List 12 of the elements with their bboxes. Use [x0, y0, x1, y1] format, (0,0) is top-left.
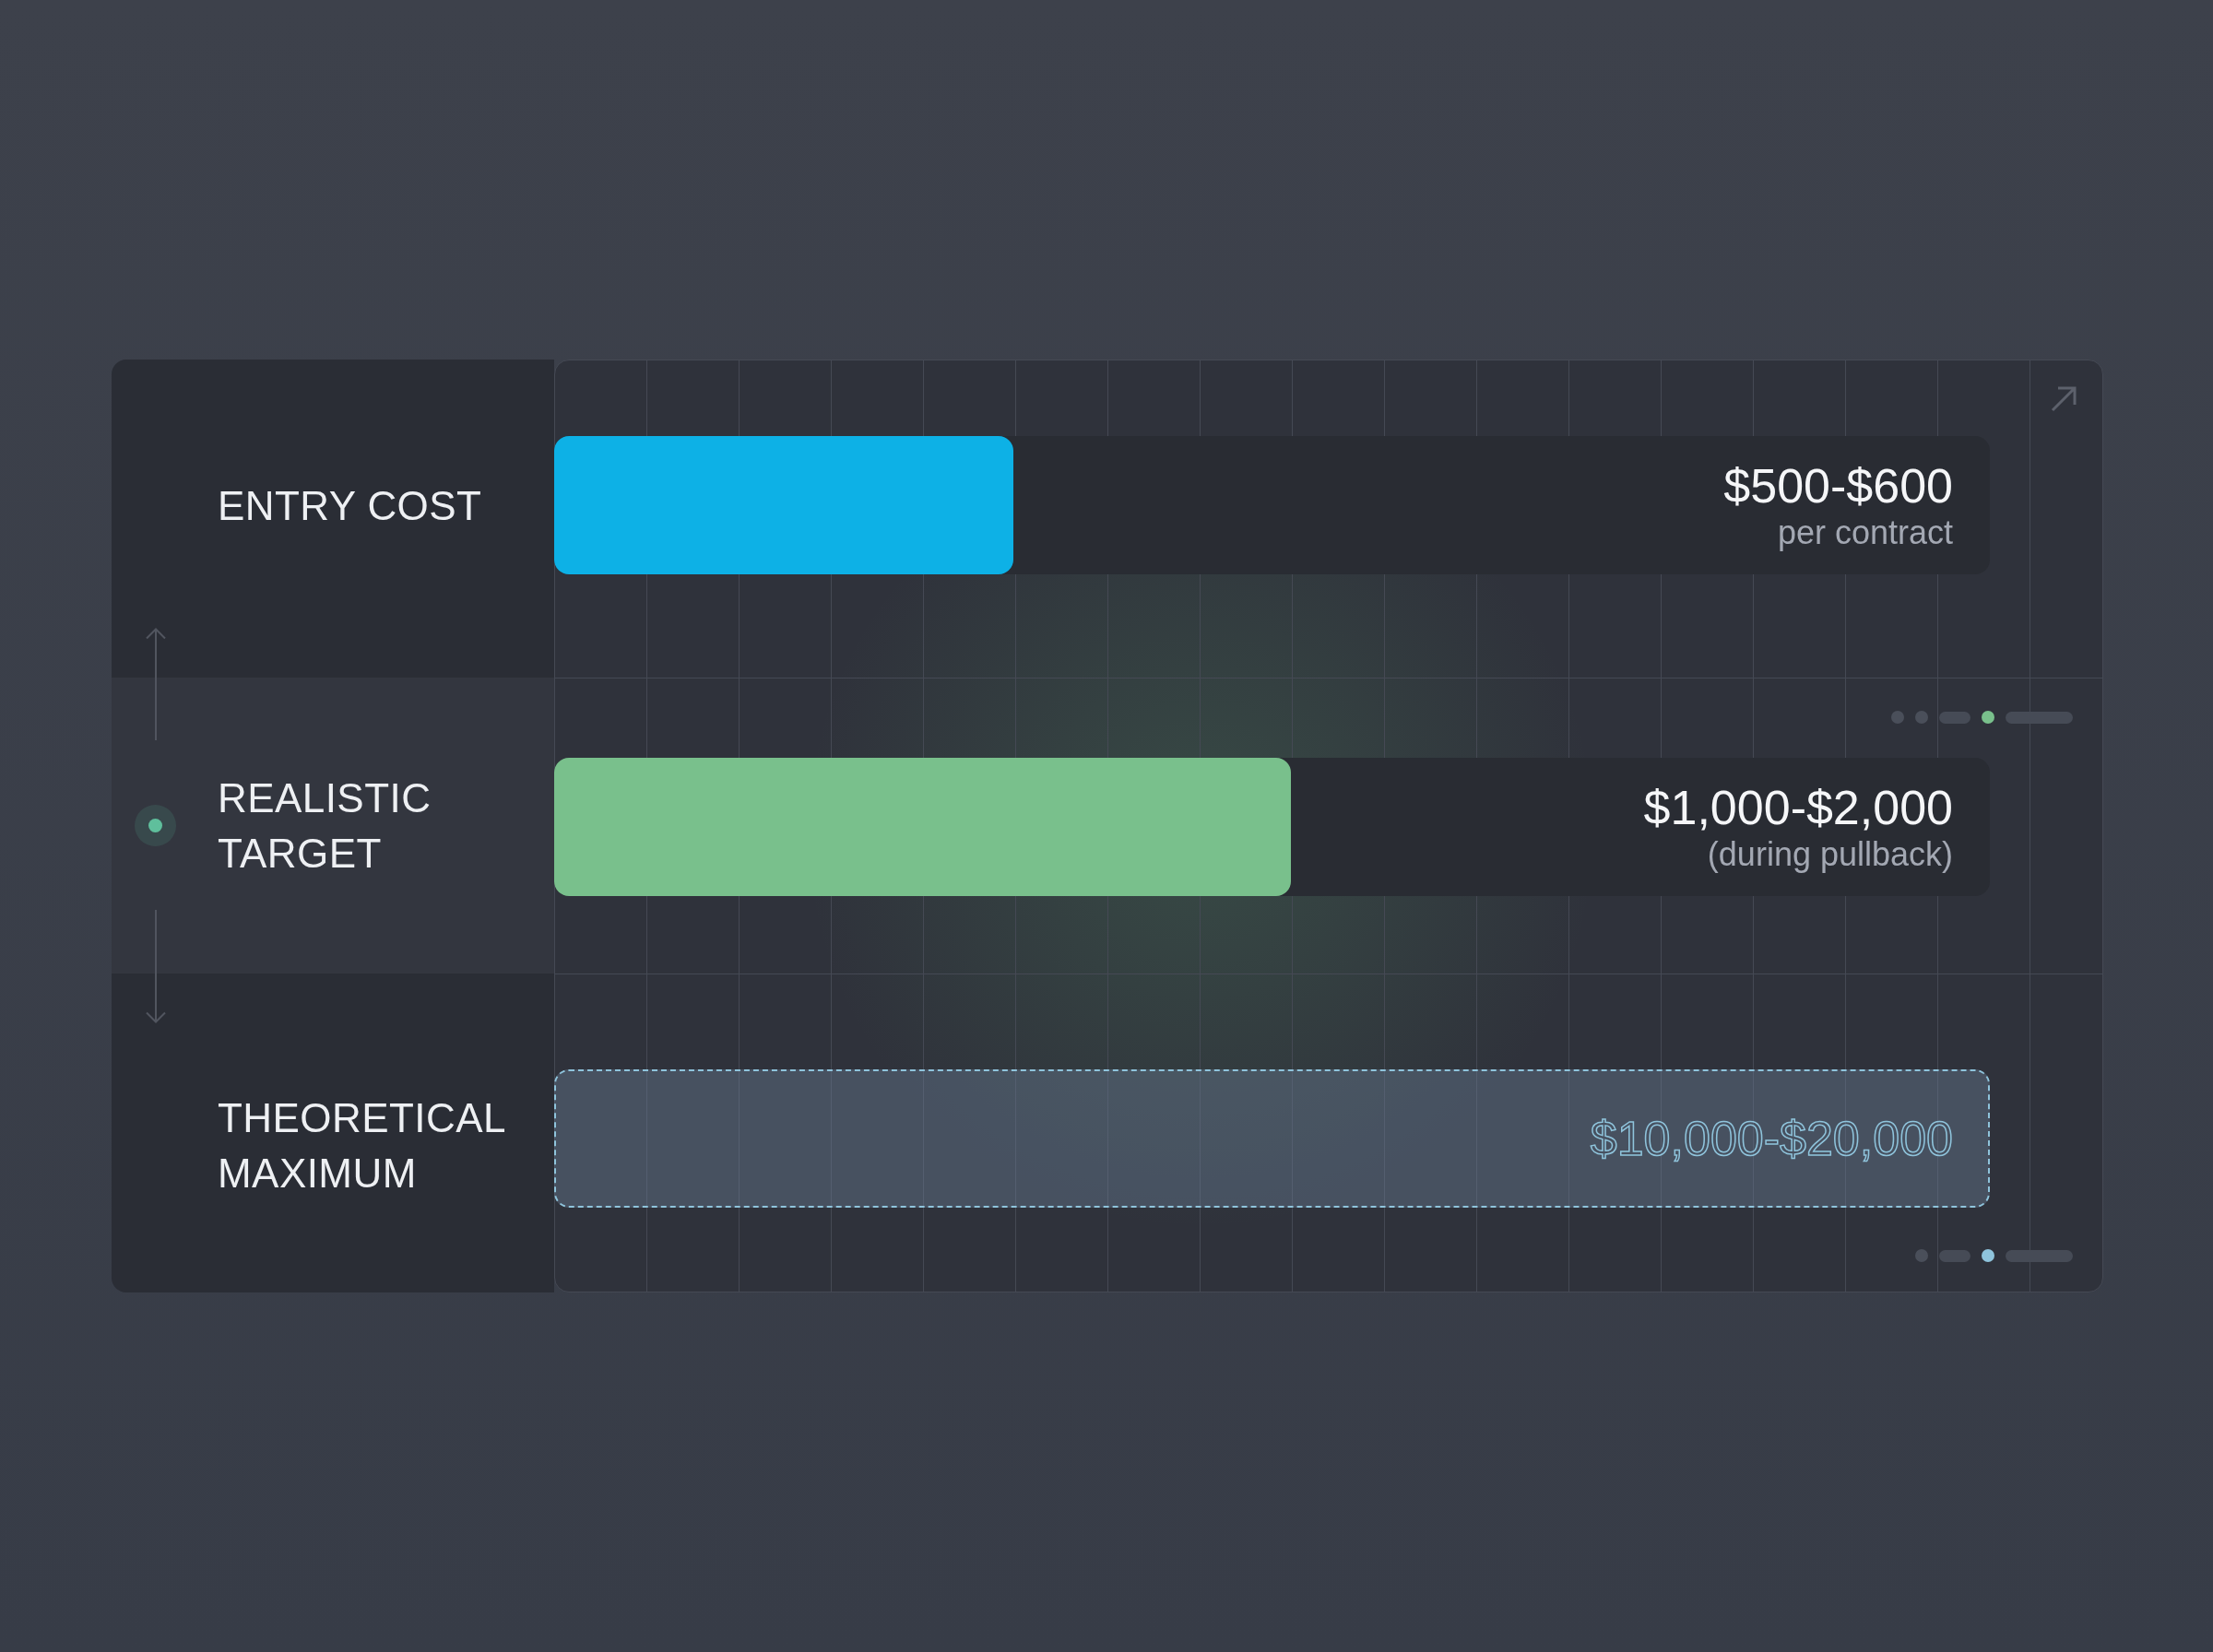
- range-caption: (during pullback): [1707, 835, 1953, 873]
- down-arrow-icon: [145, 910, 166, 1023]
- range-value: $1,000-$2,000: [1643, 781, 1953, 833]
- range-value: $10,000-$20,000: [1590, 1113, 1953, 1164]
- up-arrow-icon: [145, 628, 166, 740]
- dot-icon: [135, 804, 176, 846]
- row-label: THEORETICAL MAXIMUM: [218, 1094, 506, 1198]
- range-caption: per contract: [1777, 513, 1953, 551]
- range-value: $500-$600: [1723, 459, 1953, 512]
- arrow-up-right-icon: [2051, 386, 2077, 412]
- row-label: ENTRY COST: [218, 482, 482, 530]
- row-label: REALISTIC TARGET: [218, 773, 432, 878]
